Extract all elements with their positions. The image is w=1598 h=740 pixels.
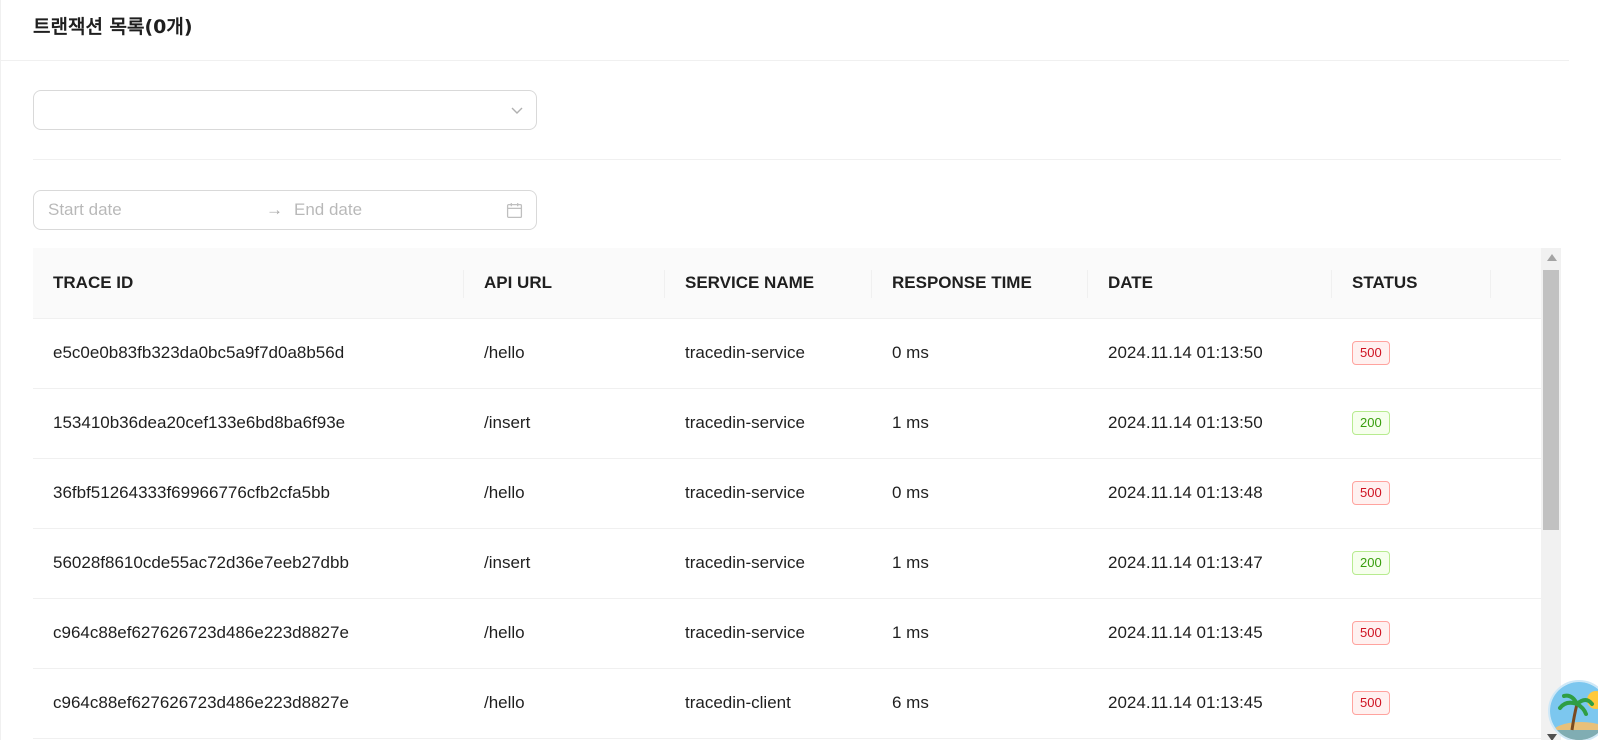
trace-id-cell: 36fbf51264333f69966776cfb2cfa5bb	[33, 458, 464, 529]
api-url-cell: /hello	[464, 598, 665, 669]
start-date-input[interactable]	[48, 199, 248, 221]
service-select[interactable]	[33, 90, 537, 130]
status-cell: 200	[1332, 528, 1541, 599]
table-header-row: TRACE ID API URL SERVICE NAME RESPONSE T…	[33, 248, 1541, 319]
date-cell: 2024.11.14 01:13:47	[1088, 528, 1332, 599]
status-cell: 500	[1332, 458, 1541, 529]
response-time-cell: 1 ms	[872, 528, 1088, 599]
table-row[interactable]: e5c0e0b83fb323da0bc5a9f7d0a8b56d /hello …	[33, 318, 1541, 389]
column-header-status[interactable]: STATUS	[1332, 248, 1541, 319]
status-cell: 500	[1332, 318, 1541, 389]
status-cell: 500	[1332, 668, 1541, 739]
column-header-response-time[interactable]: RESPONSE TIME	[872, 248, 1088, 319]
floating-avatar-button[interactable]	[1548, 680, 1598, 740]
response-time-cell: 0 ms	[872, 318, 1088, 389]
transaction-table: TRACE ID API URL SERVICE NAME RESPONSE T…	[33, 248, 1561, 740]
chevron-down-icon	[511, 107, 523, 114]
service-name-cell: tracedin-client	[665, 668, 872, 739]
date-cell: 2024.11.14 01:13:50	[1088, 318, 1332, 389]
status-badge: 500	[1352, 621, 1390, 645]
table-scrollbar[interactable]	[1541, 248, 1561, 740]
service-name-cell: tracedin-service	[665, 458, 872, 529]
scroll-up-arrow-icon[interactable]	[1547, 254, 1557, 261]
table-row[interactable]: 56028f8610cde55ac72d36e7eeb27dbb /insert…	[33, 528, 1541, 599]
scroll-down-arrow-icon[interactable]	[1547, 734, 1557, 740]
end-date-input[interactable]	[294, 199, 484, 221]
table-row[interactable]: 36fbf51264333f69966776cfb2cfa5bb /hello …	[33, 458, 1541, 529]
response-time-cell: 1 ms	[872, 598, 1088, 669]
column-header-service-name[interactable]: SERVICE NAME	[665, 248, 872, 319]
trace-id-cell: e5c0e0b83fb323da0bc5a9f7d0a8b56d	[33, 318, 464, 389]
status-cell: 200	[1332, 388, 1541, 459]
date-cell: 2024.11.14 01:13:48	[1088, 458, 1332, 529]
response-time-cell: 0 ms	[872, 458, 1088, 529]
api-url-cell: /hello	[464, 668, 665, 739]
trace-id-cell: c964c88ef627626723d486e223d8827e	[33, 668, 464, 739]
status-badge: 200	[1352, 411, 1390, 435]
service-name-cell: tracedin-service	[665, 528, 872, 599]
divider	[33, 159, 1561, 160]
trace-id-cell: 56028f8610cde55ac72d36e7eeb27dbb	[33, 528, 464, 599]
trace-id-cell: 153410b36dea20cef133e6bd8ba6f93e	[33, 388, 464, 459]
response-time-cell: 1 ms	[872, 388, 1088, 459]
response-time-cell: 6 ms	[872, 668, 1088, 739]
status-badge: 500	[1352, 691, 1390, 715]
date-cell: 2024.11.14 01:13:45	[1088, 668, 1332, 739]
scrollbar-thumb[interactable]	[1543, 270, 1559, 530]
api-url-cell: /hello	[464, 318, 665, 389]
status-cell: 500	[1332, 598, 1541, 669]
column-header-api-url[interactable]: API URL	[464, 248, 665, 319]
column-header-trace-id[interactable]: TRACE ID	[33, 248, 464, 319]
trace-id-cell: c964c88ef627626723d486e223d8827e	[33, 598, 464, 669]
table-row[interactable]: 153410b36dea20cef133e6bd8ba6f93e /insert…	[33, 388, 1541, 459]
table-row[interactable]: c964c88ef627626723d486e223d8827e /hello …	[33, 598, 1541, 669]
calendar-icon[interactable]	[506, 202, 523, 219]
date-cell: 2024.11.14 01:13:50	[1088, 388, 1332, 459]
api-url-cell: /insert	[464, 388, 665, 459]
table-row[interactable]: c964c88ef627626723d486e223d8827e /hello …	[33, 668, 1541, 739]
service-name-cell: tracedin-service	[665, 318, 872, 389]
service-name-cell: tracedin-service	[665, 598, 872, 669]
api-url-cell: /insert	[464, 528, 665, 599]
date-cell: 2024.11.14 01:13:45	[1088, 598, 1332, 669]
card-title: 트랜잭션 목록(0개)	[33, 16, 193, 38]
api-url-cell: /hello	[464, 458, 665, 529]
card-header: 트랜잭션 목록(0개)	[1, 0, 1569, 61]
status-badge: 500	[1352, 341, 1390, 365]
column-header-date[interactable]: DATE	[1088, 248, 1332, 319]
range-separator: →	[266, 200, 283, 219]
transaction-list-page: 트랜잭션 목록(0개) → TRACE ID API U	[0, 0, 1569, 740]
date-range-picker[interactable]: →	[33, 190, 537, 230]
status-badge: 200	[1352, 551, 1390, 575]
status-badge: 500	[1352, 481, 1390, 505]
service-name-cell: tracedin-service	[665, 388, 872, 459]
island-avatar-icon	[1550, 682, 1598, 740]
